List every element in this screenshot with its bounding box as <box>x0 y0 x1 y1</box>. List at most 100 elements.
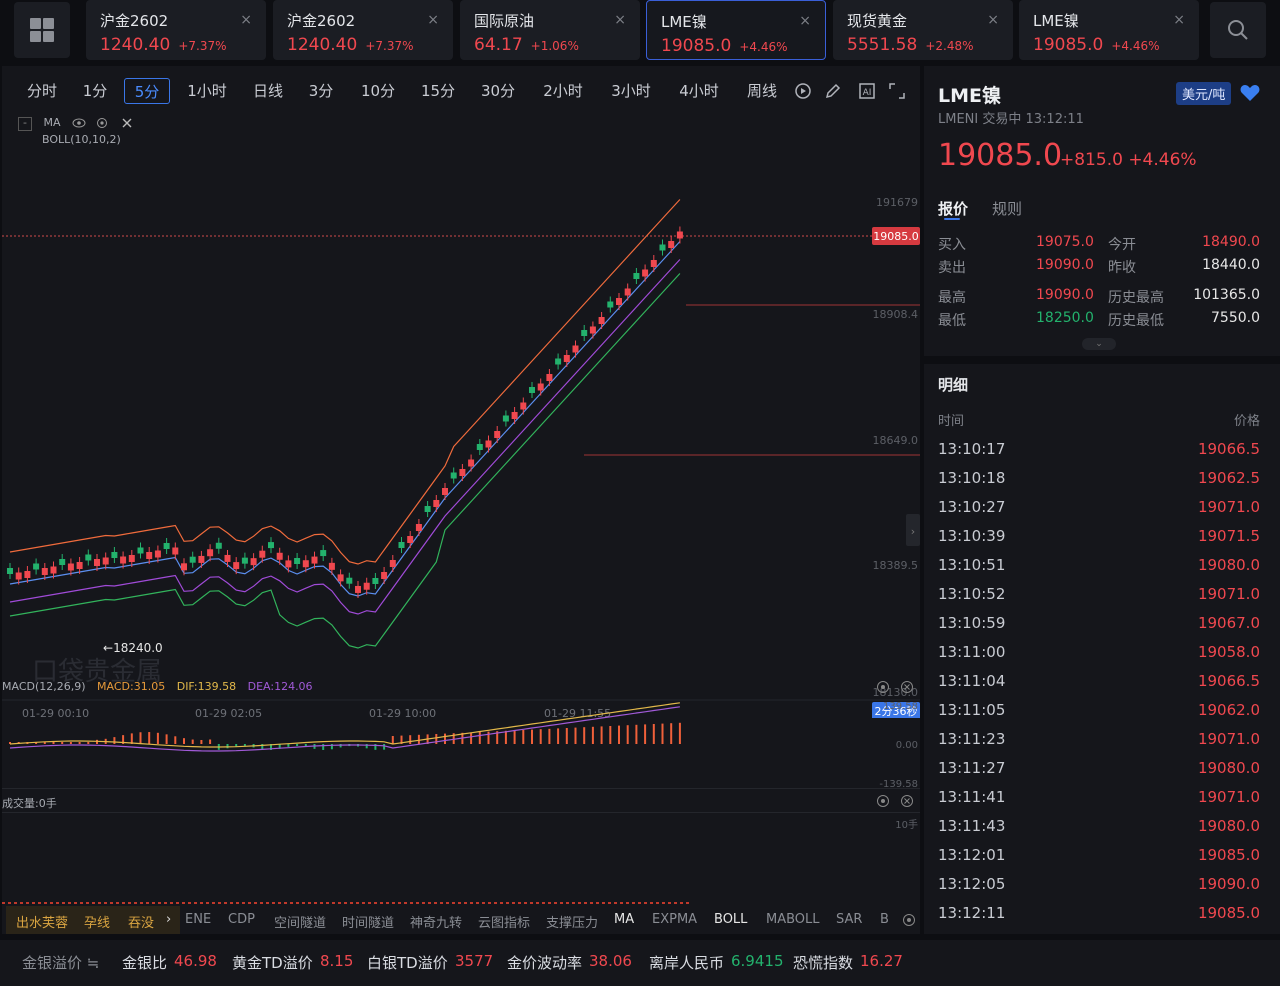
last-price: 19085.0 <box>938 138 1063 173</box>
tab-instrument[interactable]: 沪金2602 1240.40 +7.37% × <box>273 0 453 60</box>
close-icon[interactable]: × <box>614 12 626 28</box>
ticker-value: 38.06 <box>589 952 632 970</box>
volume-close-icon[interactable] <box>900 794 914 808</box>
trade-price: 19080.0 <box>1197 759 1260 777</box>
macd-bar <box>174 736 177 744</box>
chevron-down-icon[interactable]: ⌄ <box>1082 338 1116 350</box>
indicator-tab[interactable]: 出水芙蓉 <box>16 912 68 931</box>
indicator-tab[interactable]: B <box>880 912 889 927</box>
replay-icon[interactable] <box>794 82 812 100</box>
macd-close-icon[interactable] <box>900 680 914 694</box>
trade-row: 13:10:17 19066.5 <box>938 440 1260 469</box>
period-tab[interactable]: 15分 <box>420 78 456 104</box>
grid-icon <box>30 18 54 42</box>
indicator-tab[interactable]: 空间隧道 <box>274 912 326 931</box>
menu-grid-button[interactable] <box>14 2 70 58</box>
tab-instrument[interactable]: LME镍 19085.0 +4.46% × <box>1019 0 1199 60</box>
candle <box>241 557 248 564</box>
candle <box>268 542 274 549</box>
macd-settings-icon[interactable] <box>876 680 890 694</box>
candle <box>302 560 309 568</box>
indicator-tab[interactable]: 云图指标 <box>478 912 530 931</box>
macd-bar <box>226 744 229 749</box>
candlestick-chart[interactable]: 口袋贵金属 191679 19085.0 18908.4 18649.0 183… <box>2 114 920 718</box>
trade-price: 19071.0 <box>1197 730 1260 748</box>
candle <box>224 554 231 562</box>
quote-label: 历史最低 <box>1108 313 1164 329</box>
close-icon[interactable]: × <box>799 13 811 29</box>
ai-analysis-icon[interactable]: AI <box>858 82 876 100</box>
indicator-tab[interactable]: 神奇九转 <box>410 912 462 931</box>
tab-instrument[interactable]: 国际原油 64.17 +1.06% × <box>460 0 640 60</box>
svg-text:AI: AI <box>863 88 872 98</box>
search-button[interactable] <box>1210 2 1266 58</box>
indicator-tab[interactable]: SAR <box>836 912 862 927</box>
indicator-tab-active[interactable]: MA <box>614 912 634 927</box>
draw-pen-icon[interactable] <box>824 82 842 100</box>
tab-instrument[interactable]: 沪金2602 1240.40 +7.37% × <box>86 0 266 60</box>
candle <box>346 577 353 584</box>
indicator-tab[interactable]: EXPMA <box>652 912 697 927</box>
period-tab[interactable]: 4小时 <box>678 78 720 104</box>
period-tab[interactable]: 2小时 <box>542 78 584 104</box>
indicator-tab[interactable]: 支撑压力 <box>546 912 598 931</box>
trade-price: 19062.0 <box>1197 701 1260 719</box>
candle <box>363 582 370 590</box>
period-tab[interactable]: 1分 <box>82 78 108 104</box>
close-icon[interactable]: × <box>1173 12 1185 28</box>
trade-time: 13:10:59 <box>938 614 1006 632</box>
period-tab[interactable]: 分时 <box>26 78 58 104</box>
indicator-tab[interactable]: 时间隧道 <box>342 912 394 931</box>
period-tab[interactable]: 日线 <box>252 78 284 104</box>
candle <box>450 472 457 479</box>
heart-icon[interactable] <box>1240 84 1260 102</box>
period-tab-active[interactable]: 5分 <box>124 78 170 104</box>
period-tab[interactable]: 30分 <box>480 78 516 104</box>
macd-bar <box>444 733 446 744</box>
volume-settings-icon[interactable] <box>876 794 890 808</box>
indicator-tab[interactable]: 孕线 <box>84 912 110 931</box>
candle <box>24 571 31 578</box>
period-tab[interactable]: 周线 <box>746 78 778 104</box>
macd-bar <box>470 732 473 744</box>
candle <box>189 556 196 563</box>
tab-quote[interactable]: 报价 <box>938 198 968 219</box>
indicator-settings-icon[interactable] <box>902 913 916 927</box>
tab-instrument[interactable]: 现货黄金 5551.58 +2.48% × <box>833 0 1013 60</box>
close-icon[interactable]: × <box>240 12 252 28</box>
indicator-tab[interactable]: MABOLL <box>766 912 820 927</box>
macd-bar <box>209 739 212 744</box>
indicator-tab-active[interactable]: BOLL <box>714 912 747 927</box>
dif-value: DIF:139.58 <box>176 680 237 693</box>
fullscreen-icon[interactable] <box>888 82 906 100</box>
candle <box>502 415 509 422</box>
ticker-label[interactable]: 金银溢价 ≒ <box>22 952 99 973</box>
ticker-value: 8.15 <box>320 952 354 970</box>
macd-bar <box>487 731 490 744</box>
close-icon[interactable]: × <box>987 12 999 28</box>
period-tab[interactable]: 10分 <box>360 78 396 104</box>
candle <box>120 556 127 564</box>
ticker-label: 离岸人民币 <box>649 954 725 972</box>
candle <box>320 550 327 557</box>
period-tab[interactable]: 3小时 <box>610 78 652 104</box>
candle <box>233 562 240 570</box>
indicator-tab[interactable]: 吞没 <box>128 912 154 931</box>
trade-time: 13:12:05 <box>938 875 1006 893</box>
candle <box>485 440 492 448</box>
indicator-tab[interactable]: ENE <box>185 912 211 927</box>
macd-bar <box>191 739 194 744</box>
close-icon[interactable]: × <box>427 12 439 28</box>
indicator-tab[interactable]: CDP <box>228 912 255 927</box>
tab-rules[interactable]: 规则 <box>992 198 1022 219</box>
period-tab[interactable]: 3分 <box>308 78 334 104</box>
tab-instrument-active[interactable]: LME镍 19085.0 +4.46% × <box>646 0 826 60</box>
candle <box>311 556 318 564</box>
trade-price: 19080.0 <box>1197 556 1260 574</box>
period-tab[interactable]: 1小时 <box>186 78 228 104</box>
chevron-right-icon[interactable]: › <box>166 912 171 927</box>
dif-line <box>9 702 680 748</box>
macd-axis-label: 139.58 <box>883 701 918 712</box>
ticker-value: 16.27 <box>860 952 903 970</box>
unit-toggle-button[interactable]: 美元/吨 <box>1176 82 1232 105</box>
